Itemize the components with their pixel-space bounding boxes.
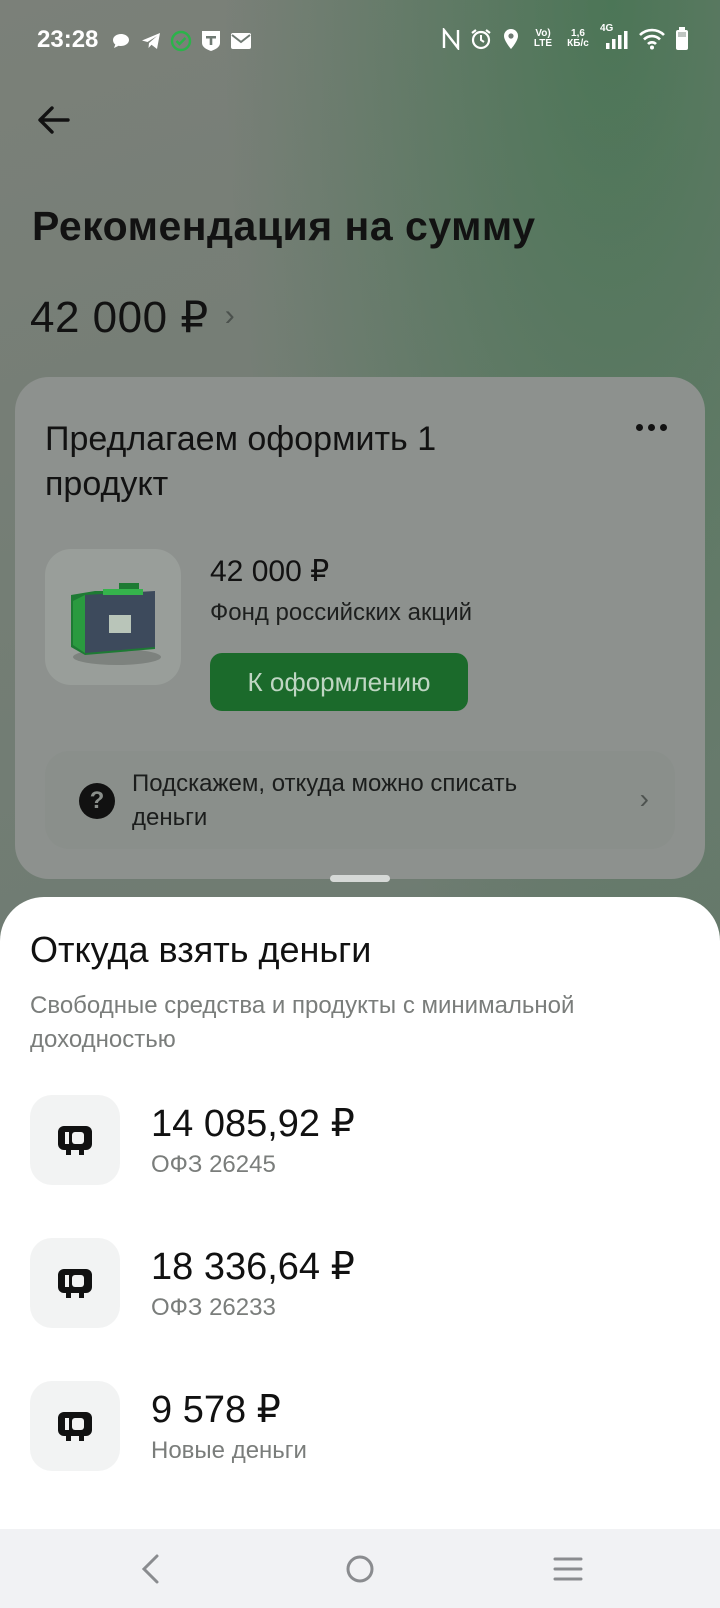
checkout-button[interactable]: К оформлению bbox=[210, 653, 468, 711]
alarm-icon bbox=[470, 28, 492, 50]
wifi-icon bbox=[638, 28, 666, 50]
wallet-icon bbox=[58, 1126, 92, 1155]
more-options-button[interactable] bbox=[631, 415, 671, 439]
volte-icon: Vo) LTE bbox=[530, 28, 556, 50]
source-name: ОФЗ 26245 bbox=[151, 1151, 276, 1178]
amount-selector[interactable]: 42 000 ₽ › bbox=[30, 292, 235, 343]
mail-icon bbox=[230, 30, 252, 52]
source-icon-box bbox=[30, 1238, 120, 1328]
wallet-icon bbox=[58, 1269, 92, 1298]
wallet-icon bbox=[58, 1412, 92, 1441]
source-icon-box bbox=[30, 1095, 120, 1185]
source-icon-box bbox=[30, 1381, 120, 1471]
source-amount: 9 578 ₽ bbox=[151, 1389, 281, 1431]
recommendation-amount: 42 000 ₽ bbox=[30, 293, 209, 342]
chevron-right-icon: › bbox=[639, 783, 649, 814]
chevron-right-icon: › bbox=[224, 298, 235, 332]
t-bank-icon bbox=[200, 30, 222, 52]
product-name: Фонд российских акций bbox=[210, 599, 473, 626]
more-dot-icon bbox=[635, 423, 643, 431]
page-title: Рекомендация на сумму bbox=[32, 203, 536, 249]
location-icon bbox=[500, 28, 522, 50]
source-item[interactable]: 18 336,64 ₽ ОФЗ 26233 bbox=[30, 1238, 690, 1330]
nav-menu-icon bbox=[553, 1557, 583, 1581]
source-item[interactable]: 14 085,92 ₽ ОФЗ 26245 bbox=[30, 1095, 690, 1187]
system-nav-bar bbox=[0, 1529, 720, 1608]
sheet-title: Откуда взять деньги bbox=[30, 929, 372, 970]
nfc-icon bbox=[440, 28, 462, 50]
source-amount: 18 336,64 ₽ bbox=[151, 1246, 355, 1288]
hint-row[interactable]: ? Подскажем, откуда можно списать деньги… bbox=[45, 751, 675, 849]
telegram-icon bbox=[140, 30, 162, 52]
nav-menu-button[interactable] bbox=[548, 1549, 588, 1589]
battery-icon bbox=[674, 27, 690, 50]
4g-signal-icon: 4G bbox=[600, 24, 630, 50]
sheet-drag-handle[interactable] bbox=[330, 875, 390, 882]
more-dot-icon bbox=[647, 423, 655, 431]
source-amount: 14 085,92 ₽ bbox=[151, 1103, 355, 1145]
chat-bubble-icon bbox=[110, 30, 132, 52]
status-time: 23:28 bbox=[37, 26, 99, 53]
bottom-sheet: Откуда взять деньги Свободные средства и… bbox=[0, 897, 720, 1529]
question-icon: ? bbox=[79, 783, 115, 819]
speed-icon: 1,6 КБ/с bbox=[564, 28, 592, 50]
sheet-subtitle: Свободные средства и продукты с минималь… bbox=[30, 992, 575, 1053]
back-button[interactable] bbox=[32, 98, 76, 142]
network-label: 4G bbox=[600, 23, 614, 34]
arrow-left-icon bbox=[38, 106, 70, 134]
source-name: Новые деньги bbox=[151, 1437, 307, 1464]
offer-title: Предлагаем оформить 1 продукт bbox=[45, 420, 437, 503]
hint-text: Подскажем, откуда можно списать деньги bbox=[132, 770, 518, 831]
offer-card: Предлагаем оформить 1 продукт 42 000 ₽ Ф… bbox=[15, 377, 705, 879]
nav-back-icon bbox=[141, 1554, 159, 1584]
volte-label-bottom: LTE bbox=[533, 38, 553, 49]
nav-home-icon bbox=[346, 1555, 374, 1583]
sber-icon bbox=[170, 30, 192, 52]
notification-icons bbox=[110, 30, 252, 52]
source-item[interactable]: 9 578 ₽ Новые деньги bbox=[30, 1381, 690, 1473]
nav-home-button[interactable] bbox=[340, 1549, 380, 1589]
status-bar: 23:28 Vo) LTE 1,6 КБ/с 4G bbox=[0, 0, 720, 84]
nav-back-button[interactable] bbox=[131, 1549, 171, 1589]
source-name: ОФЗ 26233 bbox=[151, 1294, 276, 1321]
system-icons: Vo) LTE 1,6 КБ/с 4G bbox=[440, 24, 690, 50]
product-amount: 42 000 ₽ bbox=[210, 555, 330, 588]
speed-unit: КБ/с bbox=[567, 38, 589, 49]
more-dot-icon bbox=[659, 423, 667, 431]
product-image bbox=[45, 549, 181, 685]
fund-briefcase-icon bbox=[71, 583, 161, 665]
